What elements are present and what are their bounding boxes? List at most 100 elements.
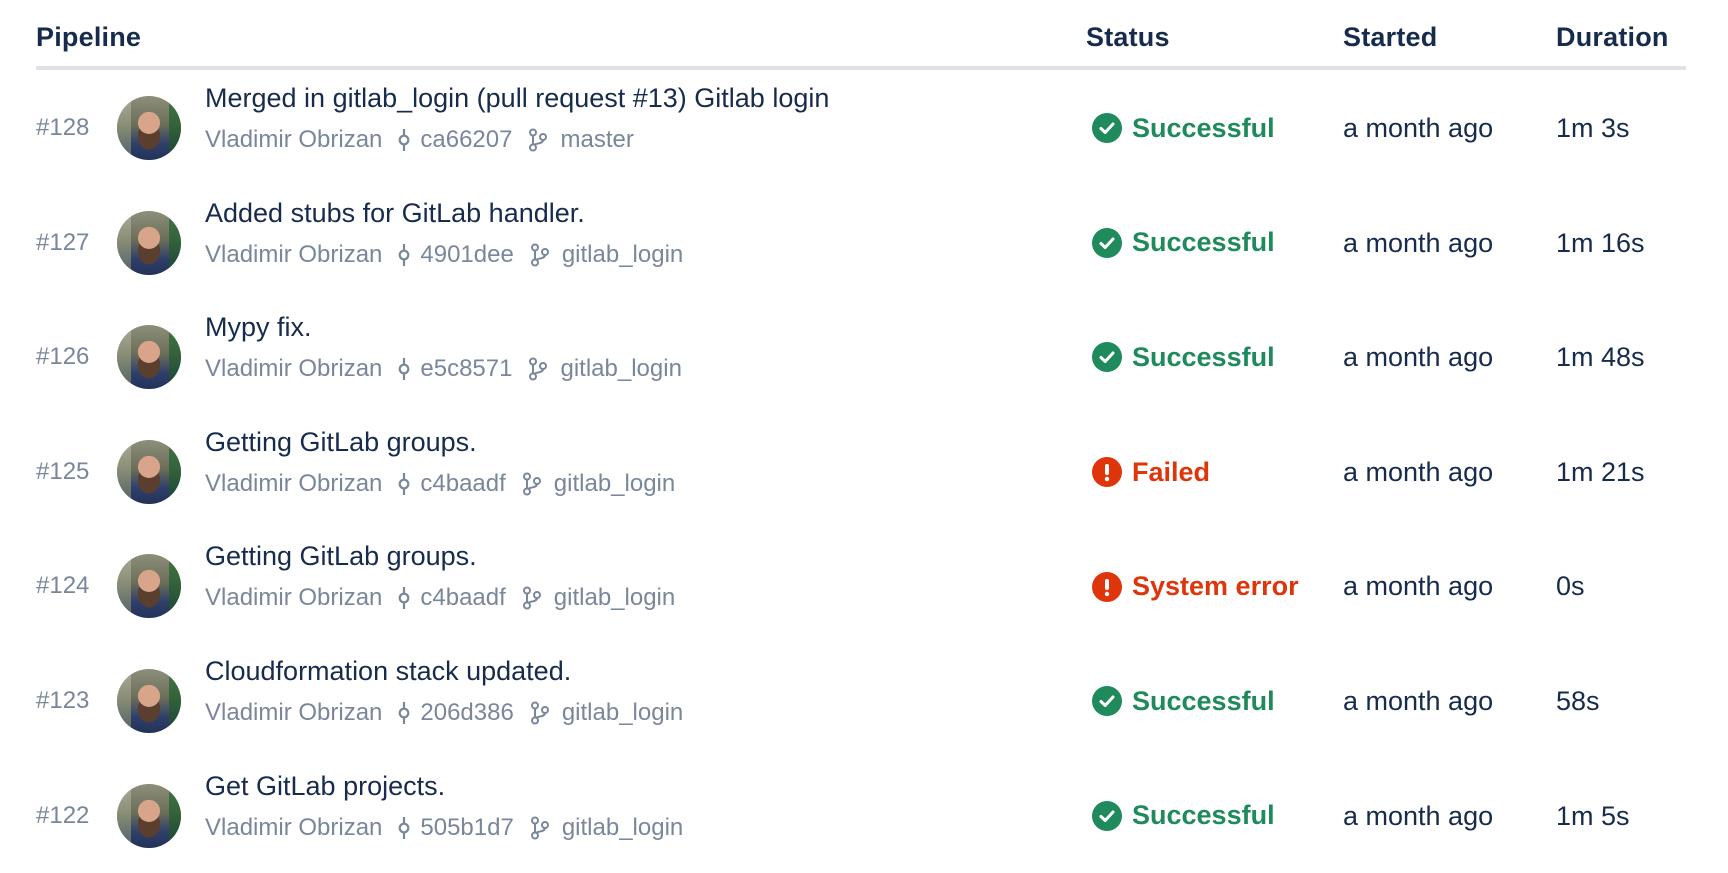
branch-icon xyxy=(522,586,542,610)
duration: 1m 5s xyxy=(1556,800,1630,831)
pipeline-number[interactable]: #125 xyxy=(36,415,89,530)
commit-hash[interactable]: e5c8571 xyxy=(420,355,512,383)
status-text: System error xyxy=(1132,571,1299,602)
started-time: a month ago xyxy=(1343,571,1494,602)
commit-hash[interactable]: 206d386 xyxy=(420,699,513,727)
commit-icon xyxy=(396,472,412,496)
commit-hash[interactable]: 4901dee xyxy=(420,241,513,269)
check-circle-icon xyxy=(1092,800,1122,831)
commit-icon xyxy=(396,586,412,610)
pipeline-meta: Vladimir Obrizan 505b1d7 gitlab_login xyxy=(205,814,683,842)
duration: 58s xyxy=(1556,685,1600,716)
column-header-status: Status xyxy=(1086,22,1170,52)
pipeline-row[interactable]: #122 Get GitLab projects. Vladimir Obriz… xyxy=(36,759,1686,873)
avatar xyxy=(117,96,181,160)
exclamation-circle-icon xyxy=(1092,571,1122,602)
check-circle-icon xyxy=(1092,342,1122,373)
column-header-started: Started xyxy=(1343,22,1438,52)
started-time: a month ago xyxy=(1343,342,1494,373)
pipeline-row[interactable]: #126 Mypy fix. Vladimir Obrizan e5c8571 … xyxy=(36,300,1686,415)
branch-icon xyxy=(528,128,548,152)
duration: 1m 48s xyxy=(1556,342,1645,373)
pipeline-row[interactable]: #127 Added stubs for GitLab handler. Vla… xyxy=(36,186,1686,301)
started-time: a month ago xyxy=(1343,113,1494,143)
pipeline-title[interactable]: Added stubs for GitLab handler. xyxy=(205,198,585,229)
branch-icon xyxy=(530,701,550,725)
pipeline-number[interactable]: #126 xyxy=(36,300,89,415)
commit-author: Vladimir Obrizan xyxy=(205,355,383,383)
commit-hash[interactable]: c4baadf xyxy=(420,584,505,612)
commit-hash[interactable]: ca66207 xyxy=(420,126,512,154)
commit-hash[interactable]: 505b1d7 xyxy=(420,814,513,842)
pipeline-title[interactable]: Merged in gitlab_login (pull request #13… xyxy=(205,83,829,114)
status-text: Successful xyxy=(1132,685,1275,716)
pipelines-list: #128 Merged in gitlab_login (pull reques… xyxy=(36,71,1686,873)
pipeline-number[interactable]: #124 xyxy=(36,529,89,644)
commit-hash[interactable]: c4baadf xyxy=(420,470,505,498)
pipeline-title[interactable]: Mypy fix. xyxy=(205,312,312,343)
duration: 1m 21s xyxy=(1556,456,1645,487)
pipeline-number[interactable]: #122 xyxy=(36,759,89,873)
started-time: a month ago xyxy=(1343,227,1494,258)
pipeline-row[interactable]: #128 Merged in gitlab_login (pull reques… xyxy=(36,71,1686,186)
commit-icon xyxy=(396,701,412,725)
status-text: Successful xyxy=(1132,341,1275,372)
commit-author: Vladimir Obrizan xyxy=(205,813,383,841)
pipeline-title[interactable]: Getting GitLab groups. xyxy=(205,427,477,458)
commit-icon xyxy=(396,816,412,840)
started-time: a month ago xyxy=(1343,800,1494,831)
pipeline-meta: Vladimir Obrizan c4baadf gitlab_login xyxy=(205,584,675,612)
status-text: Successful xyxy=(1132,800,1275,831)
duration: 0s xyxy=(1556,571,1585,602)
status-badge: Successful xyxy=(1092,71,1275,186)
branch-name[interactable]: gitlab_login xyxy=(554,584,675,612)
check-circle-icon xyxy=(1092,227,1122,258)
commit-icon xyxy=(396,128,412,152)
branch-name[interactable]: gitlab_login xyxy=(562,814,683,842)
pipeline-row[interactable]: #123 Cloudformation stack updated. Vladi… xyxy=(36,644,1686,759)
pipeline-title[interactable]: Get GitLab projects. xyxy=(205,771,445,802)
avatar xyxy=(117,210,181,275)
status-badge: Successful xyxy=(1092,644,1275,759)
branch-icon xyxy=(528,357,548,381)
duration: 1m 16s xyxy=(1556,227,1645,258)
commit-author: Vladimir Obrizan xyxy=(205,240,383,268)
commit-author: Vladimir Obrizan xyxy=(205,698,383,726)
status-text: Successful xyxy=(1132,112,1275,143)
branch-name[interactable]: gitlab_login xyxy=(560,355,681,383)
branch-name[interactable]: gitlab_login xyxy=(562,241,683,269)
pipeline-title[interactable]: Cloudformation stack updated. xyxy=(205,656,571,687)
pipeline-number[interactable]: #127 xyxy=(36,186,89,301)
commit-author: Vladimir Obrizan xyxy=(205,126,383,153)
check-circle-icon xyxy=(1092,113,1122,144)
started-time: a month ago xyxy=(1343,456,1494,487)
status-badge: Successful xyxy=(1092,300,1275,415)
pipeline-row[interactable]: #124 Getting GitLab groups. Vladimir Obr… xyxy=(36,529,1686,644)
status-text: Successful xyxy=(1132,227,1275,258)
status-badge: Successful xyxy=(1092,186,1275,301)
branch-name[interactable]: master xyxy=(560,126,633,154)
branch-icon xyxy=(522,472,542,496)
column-header-duration: Duration xyxy=(1556,22,1669,52)
started-time: a month ago xyxy=(1343,685,1494,716)
commit-author: Vladimir Obrizan xyxy=(205,469,383,497)
commit-icon xyxy=(396,243,412,267)
avatar xyxy=(117,554,181,619)
pipeline-row[interactable]: #125 Getting GitLab groups. Vladimir Obr… xyxy=(36,415,1686,530)
status-badge: Failed xyxy=(1092,415,1210,530)
pipeline-meta: Vladimir Obrizan 4901dee gitlab_login xyxy=(205,241,683,269)
duration: 1m 3s xyxy=(1556,113,1630,143)
table-header: Pipeline Status Started Duration xyxy=(36,0,1686,70)
commit-author: Vladimir Obrizan xyxy=(205,584,383,612)
check-circle-icon xyxy=(1092,686,1122,717)
commit-icon xyxy=(396,357,412,381)
status-badge: System error xyxy=(1092,529,1299,644)
branch-name[interactable]: gitlab_login xyxy=(562,699,683,727)
status-text: Failed xyxy=(1132,456,1211,487)
pipeline-title[interactable]: Getting GitLab groups. xyxy=(205,541,477,572)
branch-icon xyxy=(530,243,550,267)
pipeline-number[interactable]: #128 xyxy=(36,71,89,186)
branch-name[interactable]: gitlab_login xyxy=(554,470,675,498)
pipeline-number[interactable]: #123 xyxy=(36,644,89,759)
exclamation-circle-icon xyxy=(1092,457,1122,488)
